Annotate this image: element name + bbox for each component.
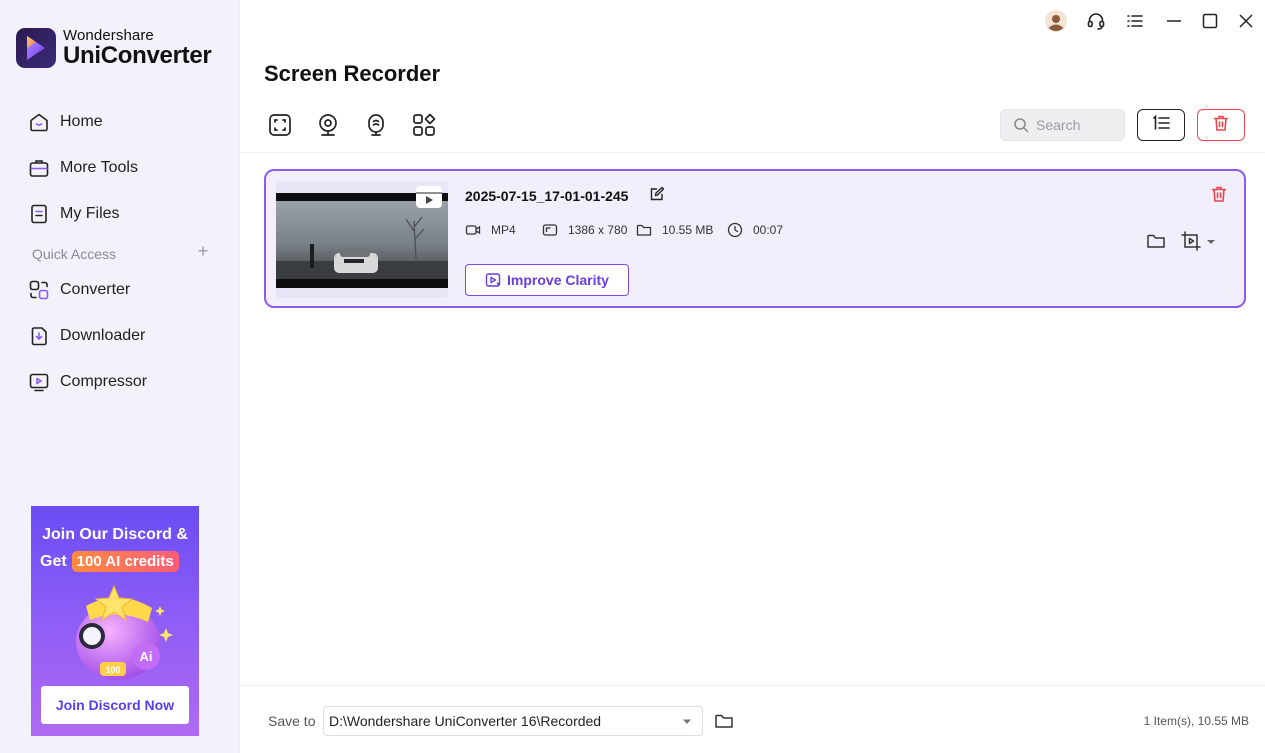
screen-record-icon[interactable]: [267, 112, 293, 138]
sidebar-item-label: Downloader: [60, 327, 146, 344]
sidebar-item-converter[interactable]: Converter: [28, 278, 130, 302]
search-icon: [1013, 117, 1029, 133]
sidebar-item-downloader[interactable]: Downloader: [28, 324, 145, 348]
compressor-icon: [28, 371, 50, 393]
resolution-icon: [542, 222, 558, 238]
quick-access-label: Quick Access: [32, 246, 117, 262]
header-divider: [240, 152, 1265, 153]
duration-meta: 00:07: [727, 222, 783, 238]
duration-value: 00:07: [753, 223, 784, 237]
resolution-meta: 1386 x 780: [542, 222, 627, 238]
edit-video-icon[interactable]: [1180, 230, 1202, 252]
promo-subline: Get 100 AI credits: [40, 551, 179, 572]
save-to-label: Save to: [268, 713, 316, 729]
mascot-number: 100: [105, 665, 120, 675]
clock-icon: [727, 222, 743, 238]
format-meta: MP4: [465, 222, 516, 238]
add-quick-access-icon[interactable]: +: [195, 242, 211, 260]
folder-icon: [636, 222, 652, 238]
product-name: UniConverter: [63, 42, 212, 69]
sidebar-item-label: My Files: [60, 205, 120, 222]
sort-button[interactable]: [1137, 109, 1185, 141]
search-input[interactable]: [1036, 117, 1116, 133]
sidebar-item-label: More Tools: [60, 159, 138, 176]
open-folder-icon[interactable]: [1146, 231, 1166, 251]
home-icon: [28, 111, 50, 133]
improve-clarity-button[interactable]: Improve Clarity: [465, 264, 629, 296]
delete-item-icon[interactable]: [1210, 185, 1228, 203]
app-logo: Wondershare UniConverter: [16, 27, 212, 69]
browse-folder-icon[interactable]: [714, 711, 734, 731]
main-panel: Screen Recorder Search 2025-07-15_17-01-…: [240, 0, 1265, 753]
brand-name: Wondershare: [63, 27, 154, 44]
promo-credits-badge: 100 AI credits: [71, 551, 179, 572]
sidebar-item-label: Home: [60, 113, 103, 130]
toolbox-icon: [28, 157, 50, 179]
search-box[interactable]: [1000, 109, 1125, 141]
discord-mascot-illustration: 100 Ai: [56, 578, 176, 691]
promo-get-text: Get: [40, 552, 67, 570]
size-meta: 10.55 MB: [636, 222, 713, 238]
save-path-select[interactable]: D:\Wondershare UniConverter 16\Recorded: [323, 706, 703, 736]
sidebar-item-my-files[interactable]: My Files: [28, 202, 120, 226]
sidebar-item-label: Converter: [60, 281, 131, 298]
downloader-icon: [28, 325, 50, 347]
items-status: 1 Item(s), 10.55 MB: [1143, 714, 1249, 728]
video-camera-icon: [465, 222, 481, 238]
uniconverter-logo-icon: [16, 28, 56, 68]
webcam-icon[interactable]: [315, 112, 341, 138]
converter-icon: [28, 279, 50, 301]
format-value: MP4: [491, 223, 516, 237]
save-path-value: D:\Wondershare UniConverter 16\Recorded: [329, 713, 602, 729]
sidebar-item-compressor[interactable]: Compressor: [28, 370, 147, 394]
menu-list-icon[interactable]: [1122, 8, 1148, 34]
rename-edit-icon[interactable]: [649, 186, 665, 202]
chevron-down-icon: [683, 719, 691, 724]
recording-file-name: 2025-07-15_17-01-01-245: [465, 188, 629, 204]
page-title: Screen Recorder: [264, 61, 441, 86]
sidebar-item-more-tools[interactable]: More Tools: [28, 156, 138, 180]
promo-headline: Join Our Discord &: [42, 526, 188, 543]
more-apps-icon[interactable]: [411, 112, 437, 138]
discord-promo-banner[interactable]: Join Our Discord & Get 100 AI credits 10…: [31, 506, 199, 736]
sidebar-item-label: Compressor: [60, 373, 148, 390]
improve-clarity-label: Improve Clarity: [507, 272, 609, 288]
sort-list-icon: [1150, 114, 1172, 137]
resolution-value: 1386 x 780: [568, 223, 628, 237]
close-icon[interactable]: [1233, 8, 1259, 34]
account-avatar[interactable]: [1043, 8, 1069, 34]
delete-all-button[interactable]: [1197, 109, 1245, 141]
footer-bar: Save to D:\Wondershare UniConverter 16\R…: [240, 685, 1265, 753]
support-headset-icon[interactable]: [1083, 8, 1109, 34]
sidebar: Wondershare UniConverter Home More Tools: [0, 0, 240, 753]
trash-icon: [1212, 114, 1230, 137]
mascot-ai-logo: Ai: [140, 649, 153, 664]
file-icon: [28, 203, 50, 225]
minimize-icon[interactable]: [1161, 8, 1187, 34]
chevron-down-icon[interactable]: [1205, 235, 1217, 247]
enhance-video-icon: [485, 272, 501, 288]
sidebar-item-home[interactable]: Home: [28, 110, 103, 134]
join-discord-button[interactable]: Join Discord Now: [41, 686, 189, 724]
maximize-icon[interactable]: [1197, 8, 1223, 34]
audio-record-icon[interactable]: [363, 112, 389, 138]
video-thumbnail[interactable]: [276, 181, 448, 298]
size-value: 10.55 MB: [662, 223, 714, 237]
recording-item-card[interactable]: 2025-07-15_17-01-01-245 MP4 1386 x 780 1…: [264, 169, 1246, 308]
